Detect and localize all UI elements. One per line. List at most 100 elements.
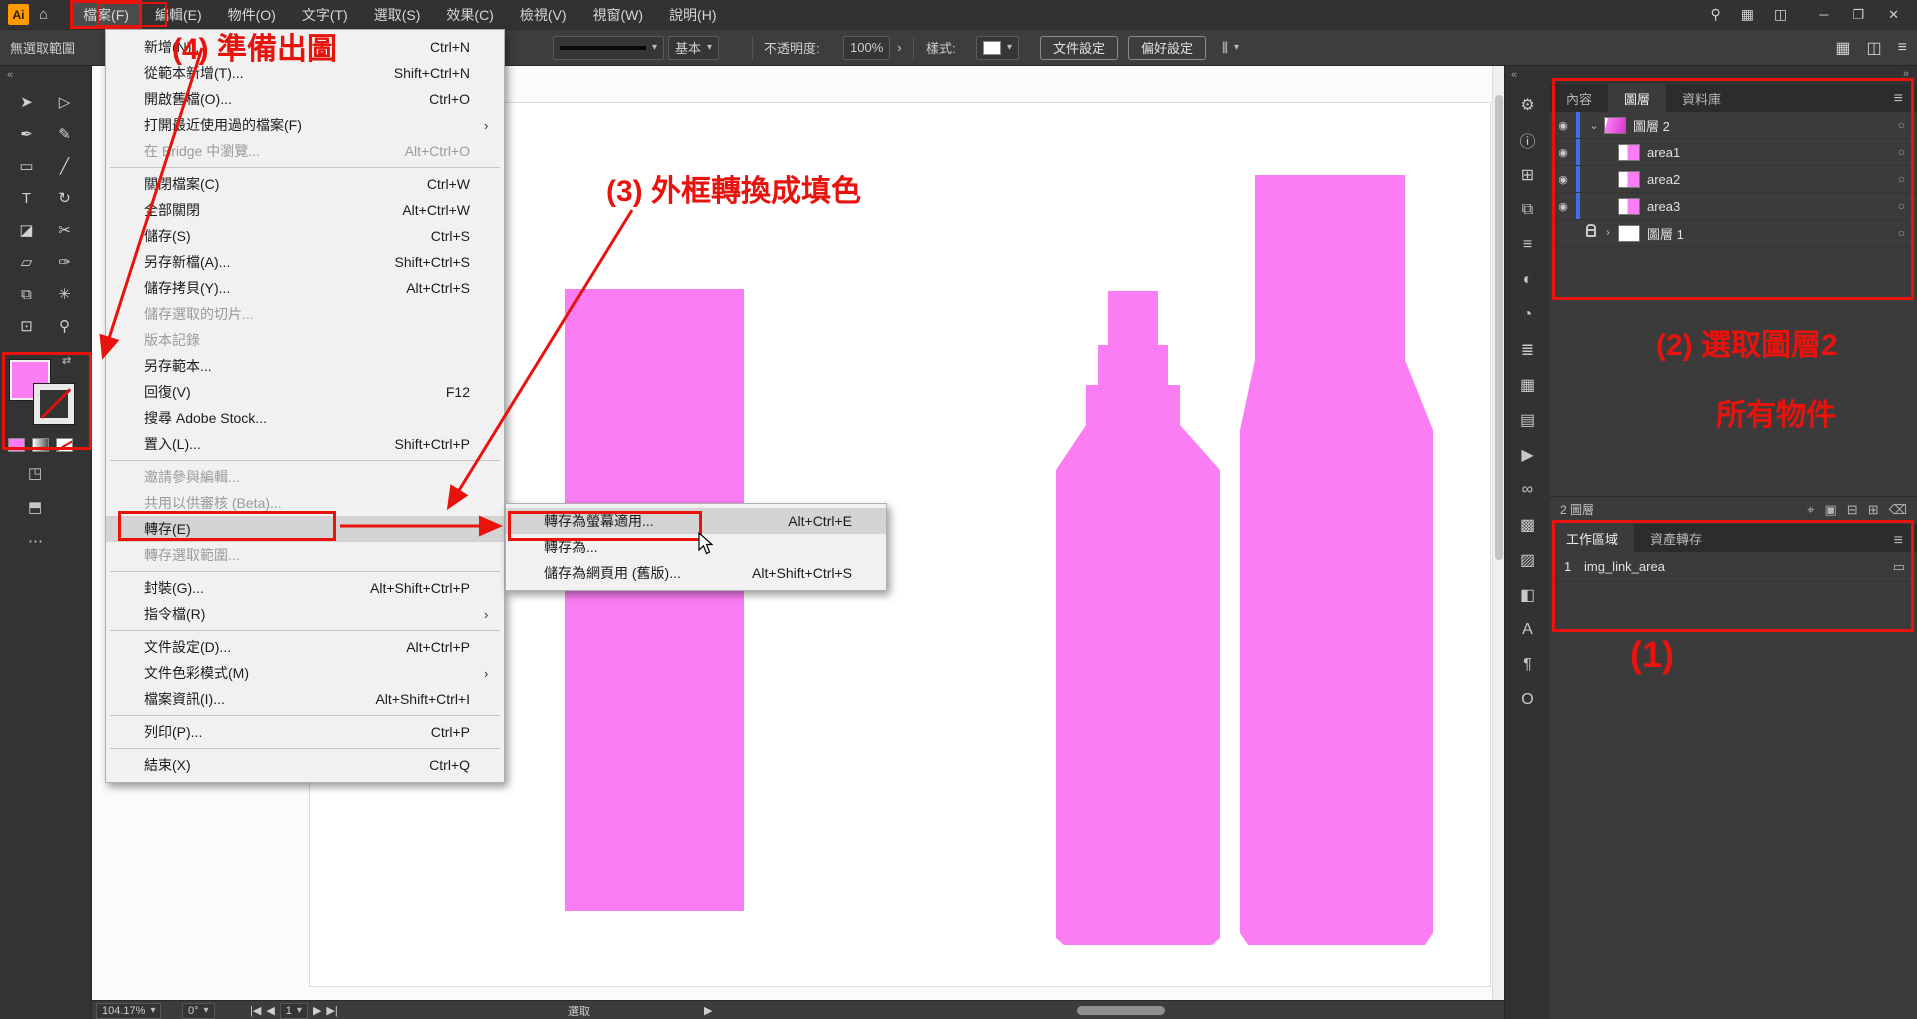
collapse-tools-icon[interactable]: « <box>0 66 91 86</box>
target-circle-icon[interactable]: ○ <box>1898 226 1905 240</box>
tool-button[interactable]: ⊡ <box>8 310 46 342</box>
file-menu-item[interactable]: 置入(L)... Shift+Ctrl+P › <box>106 431 504 457</box>
layer-row[interactable]: ◉ 圖層 1 ○ <box>1550 220 1917 247</box>
file-menu-item[interactable]: 邀請參與編輯... › <box>106 464 504 490</box>
panel-icon[interactable]: O <box>1505 682 1550 717</box>
panel-icon[interactable]: ▤ <box>1505 402 1550 437</box>
layers-action-icon[interactable]: ⌫ <box>1889 502 1907 518</box>
lock-icon[interactable] <box>1586 229 1596 237</box>
controlbar-icon[interactable]: ◫ <box>1867 30 1882 65</box>
layer-row[interactable]: ◉ area2 ○ <box>1550 166 1917 193</box>
align-icon[interactable]: ⫼ <box>1222 40 1228 56</box>
file-menu-item[interactable]: 結束(X) Ctrl+Q › <box>106 752 504 778</box>
none-mode-icon[interactable] <box>56 438 73 452</box>
submenu-item[interactable]: 儲存為網頁用 (舊版)... Alt+Shift+Ctrl+S › <box>506 560 886 586</box>
target-circle-icon[interactable]: ○ <box>1898 145 1905 159</box>
draw-mode-icon[interactable]: ◳ <box>28 464 42 482</box>
shape-area3-bottle[interactable] <box>1240 175 1433 945</box>
file-menu-item[interactable]: 版本記錄 › <box>106 327 504 353</box>
tool-button[interactable]: ╱ <box>46 150 84 182</box>
shape-area1-rect[interactable] <box>565 289 744 911</box>
panel-tab[interactable]: 資產轉存 <box>1634 524 1718 552</box>
file-menu-item[interactable]: › <box>106 457 504 464</box>
file-menu-item[interactable]: › <box>106 568 504 575</box>
tool-button[interactable]: ↻ <box>46 182 84 214</box>
layer-thumbnail[interactable] <box>1618 144 1640 161</box>
file-menu-item[interactable]: 開啟舊檔(O)... Ctrl+O › <box>106 86 504 112</box>
menubar-item[interactable]: 視窗(W) <box>580 0 657 29</box>
document-setup-button[interactable]: 文件設定 <box>1040 36 1118 60</box>
artboard-row[interactable]: 1 img_link_area ▭ <box>1550 552 1917 582</box>
menubar-item[interactable]: 檢視(V) <box>507 0 580 29</box>
tool-button[interactable]: ✎ <box>46 118 84 150</box>
target-circle-icon[interactable]: ○ <box>1898 118 1905 132</box>
panel-icon[interactable]: ∞ <box>1505 472 1550 507</box>
arrange-documents-icon[interactable]: ▦ <box>1741 6 1754 23</box>
layer-thumbnail[interactable] <box>1618 198 1640 215</box>
tool-button[interactable]: ▭ <box>8 150 46 182</box>
layer-thumbnail[interactable] <box>1618 225 1640 242</box>
menubar-item[interactable]: 選取(S) <box>361 0 434 29</box>
panel-icon[interactable]: ¶ <box>1505 647 1550 682</box>
tool-button[interactable]: ▷ <box>46 86 84 118</box>
file-menu-item[interactable]: 儲存拷貝(Y)... Alt+Ctrl+S › <box>106 275 504 301</box>
search-icon[interactable]: ⚲ <box>1710 6 1720 23</box>
menubar-item[interactable]: 說明(H) <box>656 0 729 29</box>
file-menu-item[interactable]: 另存範本... › <box>106 353 504 379</box>
layer-thumbnail[interactable] <box>1604 117 1626 134</box>
zoom-level-dropdown[interactable]: 104.17%▾ <box>96 1003 161 1019</box>
horizontal-scrollbar-thumb[interactable] <box>1077 1006 1165 1015</box>
panel-tab[interactable]: 資料庫 <box>1666 84 1737 112</box>
file-menu-item[interactable]: 搜尋 Adobe Stock... › <box>106 405 504 431</box>
panel-tab[interactable]: 工作區域 <box>1550 524 1634 552</box>
tool-button[interactable]: ▱ <box>8 246 46 278</box>
panel-icon[interactable]: ⚙ <box>1505 87 1550 122</box>
panel-menu-icon[interactable]: ≡ <box>1894 532 1913 550</box>
tool-button[interactable]: ➤ <box>8 86 46 118</box>
file-menu-item[interactable]: 儲存(S) Ctrl+S › <box>106 223 504 249</box>
file-menu-item[interactable]: › <box>106 627 504 634</box>
file-menu-item[interactable]: 全部關閉 Alt+Ctrl+W › <box>106 197 504 223</box>
first-artboard-icon[interactable]: |◀ <box>250 1004 261 1017</box>
artboard-nav-dropdown[interactable]: 1▾ <box>280 1003 308 1019</box>
file-menu-item[interactable]: 關閉檔案(C) Ctrl+W › <box>106 171 504 197</box>
visibility-eye-icon[interactable]: ◉ <box>1550 146 1576 159</box>
file-menu-item[interactable]: 封裝(G)... Alt+Shift+Ctrl+P › <box>106 575 504 601</box>
file-menu-item[interactable]: 轉存(E) › <box>106 516 504 542</box>
layers-action-icon[interactable]: ⊞ <box>1868 502 1879 518</box>
screen-mode-icon[interactable]: ⬒ <box>28 498 42 516</box>
file-menu-item[interactable]: 回復(V) F12 › <box>106 379 504 405</box>
file-menu-item[interactable]: 共用以供審核 (Beta)... › <box>106 490 504 516</box>
tool-button[interactable]: ✒ <box>8 118 46 150</box>
file-menu-item[interactable]: › <box>106 745 504 752</box>
panel-icon[interactable]: ⓘ <box>1505 122 1550 157</box>
panel-icon[interactable]: ≡ <box>1505 227 1550 262</box>
vertical-scrollbar-thumb[interactable] <box>1495 95 1503 560</box>
controlbar-icon[interactable]: ≡ <box>1898 30 1907 65</box>
opacity-panel-chevron-icon[interactable]: › <box>897 40 901 55</box>
menubar-item[interactable]: 效果(C) <box>433 0 506 29</box>
file-menu-item[interactable]: 另存新檔(A)... Shift+Ctrl+S › <box>106 249 504 275</box>
file-menu-item[interactable]: 在 Bridge 中瀏覽... Alt+Ctrl+O › <box>106 138 504 164</box>
panel-icon[interactable]: ◔ <box>1505 297 1550 332</box>
file-menu-item[interactable]: 檔案資訊(I)... Alt+Shift+Ctrl+I › <box>106 686 504 712</box>
tool-button[interactable]: T <box>8 182 46 214</box>
home-icon[interactable]: ⌂ <box>39 6 48 23</box>
target-circle-icon[interactable]: ○ <box>1898 199 1905 213</box>
panel-icon[interactable]: ▨ <box>1505 542 1550 577</box>
expand-panels-icon[interactable]: « <box>1505 66 1517 87</box>
close-button[interactable]: ✕ <box>1876 7 1911 23</box>
expand-chevron-icon[interactable] <box>1600 227 1616 239</box>
expand-chevron-icon[interactable] <box>1586 119 1602 132</box>
visibility-eye-icon[interactable]: ◉ <box>1550 173 1576 186</box>
panel-icon[interactable]: ≣ <box>1505 332 1550 367</box>
layers-action-icon[interactable]: ⌖ <box>1807 502 1814 518</box>
panel-tab[interactable]: 圖層 <box>1608 84 1666 112</box>
tool-button[interactable]: ✳ <box>46 278 84 310</box>
file-menu-item[interactable]: 文件設定(D)... Alt+Ctrl+P › <box>106 634 504 660</box>
panel-icon[interactable]: ▩ <box>1505 507 1550 542</box>
visibility-eye-icon[interactable]: ◉ <box>1550 119 1576 132</box>
visibility-eye-icon[interactable]: ◉ <box>1550 200 1576 213</box>
layer-thumbnail[interactable] <box>1618 171 1640 188</box>
panel-icon[interactable]: ⧉ <box>1505 192 1550 227</box>
